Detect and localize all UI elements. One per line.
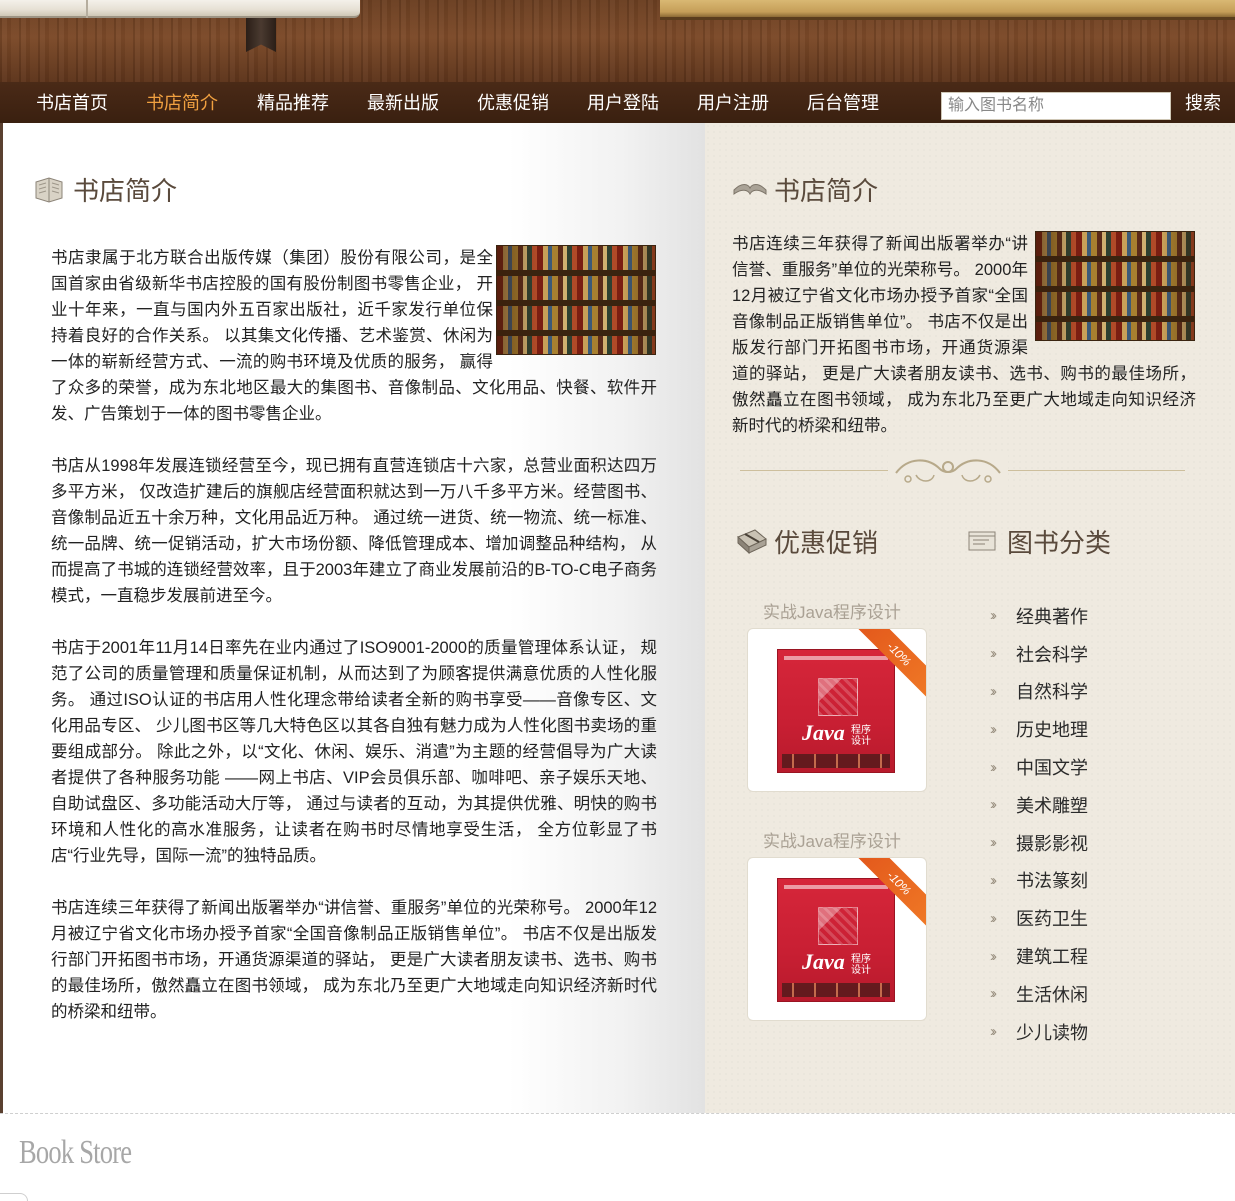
- intro-text: 书店隶属于北方联合出版传媒（集团）股份有限公司，是全国首家由省级新华书店控股的国…: [51, 245, 657, 1025]
- double-chevron-right-icon: ››: [990, 682, 997, 700]
- book-icon: [35, 177, 63, 203]
- site-footer: Book Store: [0, 1113, 1235, 1201]
- cover-cube-graphic: [818, 907, 858, 945]
- book-cover-image: Java 程序设计: [777, 649, 895, 773]
- promo-item-card[interactable]: Java 程序设计 -10%: [747, 628, 927, 792]
- intro-paragraph: 书店隶属于北方联合出版传媒（集团）股份有限公司，是全国首家由省级新华书店控股的国…: [51, 249, 657, 423]
- double-chevron-right-icon: ››: [990, 645, 997, 663]
- double-chevron-right-icon: ››: [990, 834, 997, 852]
- category-item[interactable]: ›› 中国文学: [990, 748, 1088, 786]
- nav-item-admin[interactable]: 后台管理: [807, 82, 879, 123]
- category-item[interactable]: ›› 建筑工程: [990, 937, 1088, 975]
- header-shelf-decoration: [660, 0, 1235, 20]
- category-item[interactable]: ›› 摄影影视: [990, 824, 1088, 862]
- nav-item-login[interactable]: 用户登陆: [587, 82, 659, 123]
- nav-item-featured[interactable]: 精品推荐: [257, 82, 329, 123]
- category-list-icon: [968, 531, 996, 551]
- nav-item-promotions[interactable]: 优惠促销: [477, 82, 549, 123]
- promo-gift-icon: [737, 529, 767, 555]
- double-chevron-right-icon: ››: [990, 909, 997, 927]
- intro-paragraph: 书店连续三年获得了新闻出版署举办“讲信誉、重服务”单位的光荣称号。 2000年1…: [51, 899, 657, 1021]
- nav-item-home[interactable]: 书店首页: [36, 82, 108, 123]
- categories-title: 图书分类: [1007, 528, 1112, 558]
- category-item[interactable]: ›› 经典著作: [990, 597, 1088, 635]
- promo-item-card[interactable]: Java 程序设计 -10%: [747, 857, 927, 1021]
- double-chevron-right-icon: ››: [990, 607, 997, 625]
- nav-item-register[interactable]: 用户注册: [697, 82, 769, 123]
- nav-item-about[interactable]: 书店简介: [146, 82, 218, 123]
- search-button[interactable]: 搜索: [1185, 82, 1221, 123]
- promo-item-name[interactable]: 实战Java程序设计: [763, 598, 901, 623]
- open-book-icon: [733, 184, 767, 196]
- sidebar-about-title: 书店简介: [774, 176, 879, 206]
- category-item[interactable]: ›› 少儿读物: [990, 1013, 1088, 1051]
- double-chevron-right-icon: ››: [990, 871, 997, 889]
- category-item[interactable]: ›› 医药卫生: [990, 899, 1088, 937]
- double-chevron-right-icon: ››: [990, 947, 997, 965]
- intro-column: 书店简介 书店隶属于北方联合出版传媒（集团）股份有限公司，是全国首家由省级新华书…: [0, 123, 705, 1113]
- bookmark-ribbon-icon: [246, 18, 276, 52]
- double-chevron-right-icon: ››: [990, 985, 997, 1003]
- ornament-flourish-icon: [888, 453, 1008, 487]
- intro-paragraph: 书店于2001年11月14日率先在业内通过了ISO9001-2000的质量管理体…: [51, 639, 657, 865]
- book-cover-image: Java 程序设计: [777, 878, 895, 1002]
- intro-paragraph: 书店从1998年发展连锁经营至今，现已拥有直营连锁店十六家，总营业面积达四万多平…: [51, 457, 657, 605]
- footer-logo: Book Store: [19, 1134, 132, 1171]
- category-item[interactable]: ›› 美术雕塑: [990, 786, 1088, 824]
- site-header: [0, 0, 1235, 82]
- category-item[interactable]: ›› 社会科学: [990, 635, 1088, 673]
- category-item[interactable]: ›› 生活休闲: [990, 975, 1088, 1013]
- category-item[interactable]: ›› 书法篆刻: [990, 862, 1088, 900]
- header-book-stack-decoration: [0, 0, 360, 18]
- category-item[interactable]: ›› 历史地理: [990, 710, 1088, 748]
- footer-corner-decoration: [0, 1193, 28, 1201]
- category-list: ›› 经典著作 ›› 社会科学 ›› 自然科学 ›› 历史地理 ›› 中国文学 ›› 美术雕…: [990, 597, 1088, 1051]
- cover-cube-graphic: [818, 678, 858, 716]
- promo-title: 优惠促销: [774, 528, 879, 558]
- category-item[interactable]: ›› 自然科学: [990, 673, 1088, 711]
- double-chevron-right-icon: ››: [990, 720, 997, 738]
- search-input[interactable]: [941, 92, 1171, 120]
- double-chevron-right-icon: ››: [990, 796, 997, 814]
- intro-title: 书店简介: [73, 176, 178, 206]
- double-chevron-right-icon: ››: [990, 758, 997, 776]
- main-nav: 书店首页 书店简介 精品推荐 最新出版 优惠促销 用户登陆 用户注册 后台管理 …: [0, 82, 1235, 123]
- nav-item-new-releases[interactable]: 最新出版: [367, 82, 439, 123]
- double-chevron-right-icon: ››: [990, 1023, 997, 1041]
- sidebar-about-text: 书店连续三年获得了新闻出版署举办“讲信誉、重服务”单位的光荣称号。 2000年1…: [732, 235, 1196, 435]
- promo-item-name[interactable]: 实战Java程序设计: [763, 827, 901, 852]
